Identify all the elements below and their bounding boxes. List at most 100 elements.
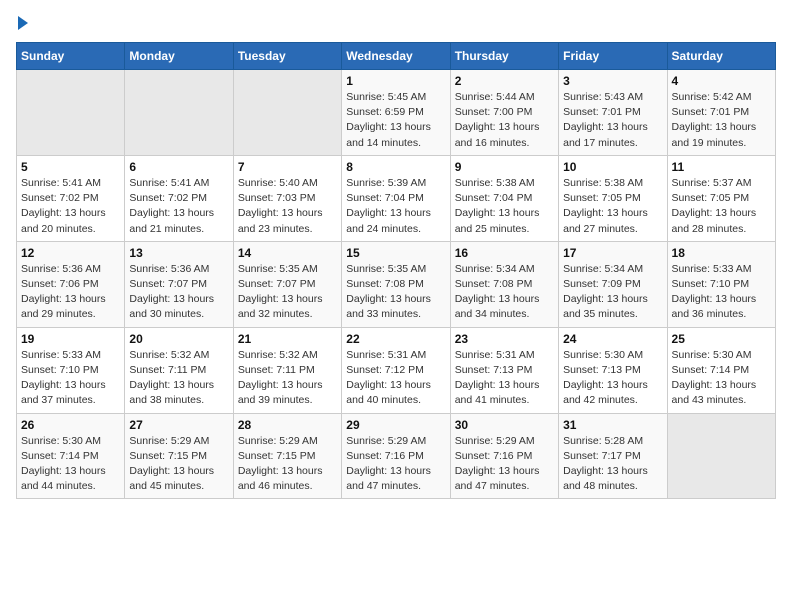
day-info: Sunrise: 5:30 AM Sunset: 7:13 PM Dayligh… — [563, 348, 662, 409]
calendar-day-cell: 31Sunrise: 5:28 AM Sunset: 7:17 PM Dayli… — [559, 413, 667, 499]
calendar-day-cell: 30 Sunrise: 5:29 AM Sunset: 7:16 PM Dayli… — [450, 413, 558, 499]
day-number: 29 — [346, 418, 445, 432]
day-number: 2 — [455, 74, 554, 88]
day-info: Sunrise: 5:36 AM Sunset: 7:07 PM Dayligh… — [129, 262, 228, 323]
day-info: Sunrise: 5:32 AM Sunset: 7:11 PM Dayligh… — [129, 348, 228, 409]
day-number: 16 — [455, 246, 554, 260]
calendar-day-cell: 8 Sunrise: 5:39 AM Sunset: 7:04 PM Daylig… — [342, 155, 450, 241]
calendar-day-cell: 21 Sunrise: 5:32 AM Sunset: 7:11 PM Dayli… — [233, 327, 341, 413]
calendar-table: SundayMondayTuesdayWednesdayThursdayFrid… — [16, 42, 776, 499]
day-info: Sunrise: 5:30 AM Sunset: 7:14 PM Dayligh… — [672, 348, 771, 409]
calendar-day-header: Sunday — [17, 43, 125, 70]
calendar-day-cell: 25 Sunrise: 5:30 AM Sunset: 7:14 PM Dayli… — [667, 327, 775, 413]
day-info: Sunrise: 5:34 AM Sunset: 7:08 PM Dayligh… — [455, 262, 554, 323]
day-info: Sunrise: 5:38 AM Sunset: 7:05 PM Dayligh… — [563, 176, 662, 237]
day-number: 18 — [672, 246, 771, 260]
calendar-day-cell: 12 Sunrise: 5:36 AM Sunset: 7:06 PM Dayli… — [17, 241, 125, 327]
day-number: 22 — [346, 332, 445, 346]
day-number: 8 — [346, 160, 445, 174]
calendar-day-cell: 14 Sunrise: 5:35 AM Sunset: 7:07 PM Dayli… — [233, 241, 341, 327]
calendar-day-cell: 18 Sunrise: 5:33 AM Sunset: 7:10 PM Dayli… — [667, 241, 775, 327]
day-info: Sunrise: 5:29 AM Sunset: 7:16 PM Dayligh… — [455, 434, 554, 495]
day-number: 30 — [455, 418, 554, 432]
day-number: 26 — [21, 418, 120, 432]
calendar-day-cell: 26 Sunrise: 5:30 AM Sunset: 7:14 PM Dayli… — [17, 413, 125, 499]
day-info: Sunrise: 5:36 AM Sunset: 7:06 PM Dayligh… — [21, 262, 120, 323]
calendar-day-cell: 2 Sunrise: 5:44 AM Sunset: 7:00 PM Daylig… — [450, 70, 558, 156]
calendar-day-cell: 29 Sunrise: 5:29 AM Sunset: 7:16 PM Dayli… — [342, 413, 450, 499]
day-info: Sunrise: 5:40 AM Sunset: 7:03 PM Dayligh… — [238, 176, 337, 237]
calendar-day-cell: 23 Sunrise: 5:31 AM Sunset: 7:13 PM Dayli… — [450, 327, 558, 413]
calendar-day-header: Wednesday — [342, 43, 450, 70]
day-number: 1 — [346, 74, 445, 88]
day-number: 4 — [672, 74, 771, 88]
calendar-week-row: 26 Sunrise: 5:30 AM Sunset: 7:14 PM Dayli… — [17, 413, 776, 499]
day-number: 7 — [238, 160, 337, 174]
calendar-day-cell — [125, 70, 233, 156]
logo-arrow-icon — [18, 16, 28, 30]
calendar-day-cell: 5 Sunrise: 5:41 AM Sunset: 7:02 PM Daylig… — [17, 155, 125, 241]
day-number: 9 — [455, 160, 554, 174]
calendar-day-cell: 4 Sunrise: 5:42 AM Sunset: 7:01 PM Daylig… — [667, 70, 775, 156]
day-number: 11 — [672, 160, 771, 174]
calendar-day-header: Tuesday — [233, 43, 341, 70]
day-info: Sunrise: 5:31 AM Sunset: 7:12 PM Dayligh… — [346, 348, 445, 409]
calendar-week-row: 19Sunrise: 5:33 AM Sunset: 7:10 PM Dayli… — [17, 327, 776, 413]
day-info: Sunrise: 5:30 AM Sunset: 7:14 PM Dayligh… — [21, 434, 120, 495]
day-info: Sunrise: 5:41 AM Sunset: 7:02 PM Dayligh… — [129, 176, 228, 237]
day-number: 20 — [129, 332, 228, 346]
day-info: Sunrise: 5:42 AM Sunset: 7:01 PM Dayligh… — [672, 90, 771, 151]
calendar-day-cell: 15Sunrise: 5:35 AM Sunset: 7:08 PM Dayli… — [342, 241, 450, 327]
day-info: Sunrise: 5:44 AM Sunset: 7:00 PM Dayligh… — [455, 90, 554, 151]
day-number: 25 — [672, 332, 771, 346]
day-number: 24 — [563, 332, 662, 346]
day-info: Sunrise: 5:41 AM Sunset: 7:02 PM Dayligh… — [21, 176, 120, 237]
calendar-day-cell: 10Sunrise: 5:38 AM Sunset: 7:05 PM Dayli… — [559, 155, 667, 241]
calendar-week-row: 1Sunrise: 5:45 AM Sunset: 6:59 PM Daylig… — [17, 70, 776, 156]
day-info: Sunrise: 5:34 AM Sunset: 7:09 PM Dayligh… — [563, 262, 662, 323]
day-info: Sunrise: 5:29 AM Sunset: 7:15 PM Dayligh… — [129, 434, 228, 495]
day-number: 14 — [238, 246, 337, 260]
day-info: Sunrise: 5:39 AM Sunset: 7:04 PM Dayligh… — [346, 176, 445, 237]
day-number: 12 — [21, 246, 120, 260]
day-number: 23 — [455, 332, 554, 346]
calendar-day-cell: 22 Sunrise: 5:31 AM Sunset: 7:12 PM Dayli… — [342, 327, 450, 413]
day-number: 17 — [563, 246, 662, 260]
day-number: 27 — [129, 418, 228, 432]
calendar-day-header: Friday — [559, 43, 667, 70]
calendar-day-cell: 13 Sunrise: 5:36 AM Sunset: 7:07 PM Dayli… — [125, 241, 233, 327]
day-number: 6 — [129, 160, 228, 174]
calendar-day-cell: 1Sunrise: 5:45 AM Sunset: 6:59 PM Daylig… — [342, 70, 450, 156]
calendar-day-cell: 16 Sunrise: 5:34 AM Sunset: 7:08 PM Dayli… — [450, 241, 558, 327]
day-number: 13 — [129, 246, 228, 260]
day-info: Sunrise: 5:38 AM Sunset: 7:04 PM Dayligh… — [455, 176, 554, 237]
day-info: Sunrise: 5:37 AM Sunset: 7:05 PM Dayligh… — [672, 176, 771, 237]
calendar-week-row: 12 Sunrise: 5:36 AM Sunset: 7:06 PM Dayli… — [17, 241, 776, 327]
calendar-day-cell: 28Sunrise: 5:29 AM Sunset: 7:15 PM Dayli… — [233, 413, 341, 499]
calendar-day-cell: 3Sunrise: 5:43 AM Sunset: 7:01 PM Daylig… — [559, 70, 667, 156]
calendar-day-cell: 20 Sunrise: 5:32 AM Sunset: 7:11 PM Dayli… — [125, 327, 233, 413]
calendar-day-cell: 7 Sunrise: 5:40 AM Sunset: 7:03 PM Daylig… — [233, 155, 341, 241]
day-info: Sunrise: 5:29 AM Sunset: 7:15 PM Dayligh… — [238, 434, 337, 495]
calendar-day-cell — [667, 413, 775, 499]
calendar-day-cell: 9 Sunrise: 5:38 AM Sunset: 7:04 PM Daylig… — [450, 155, 558, 241]
day-info: Sunrise: 5:29 AM Sunset: 7:16 PM Dayligh… — [346, 434, 445, 495]
calendar-day-cell: 27 Sunrise: 5:29 AM Sunset: 7:15 PM Dayli… — [125, 413, 233, 499]
day-info: Sunrise: 5:31 AM Sunset: 7:13 PM Dayligh… — [455, 348, 554, 409]
day-number: 19 — [21, 332, 120, 346]
day-number: 15 — [346, 246, 445, 260]
calendar-week-row: 5 Sunrise: 5:41 AM Sunset: 7:02 PM Daylig… — [17, 155, 776, 241]
calendar-day-cell: 19Sunrise: 5:33 AM Sunset: 7:10 PM Dayli… — [17, 327, 125, 413]
day-info: Sunrise: 5:28 AM Sunset: 7:17 PM Dayligh… — [563, 434, 662, 495]
day-info: Sunrise: 5:35 AM Sunset: 7:07 PM Dayligh… — [238, 262, 337, 323]
calendar-day-header: Monday — [125, 43, 233, 70]
calendar-day-header: Thursday — [450, 43, 558, 70]
day-number: 5 — [21, 160, 120, 174]
day-number: 21 — [238, 332, 337, 346]
day-info: Sunrise: 5:43 AM Sunset: 7:01 PM Dayligh… — [563, 90, 662, 151]
calendar-day-cell — [233, 70, 341, 156]
day-info: Sunrise: 5:33 AM Sunset: 7:10 PM Dayligh… — [672, 262, 771, 323]
page-header — [16, 16, 776, 30]
calendar-day-cell: 11 Sunrise: 5:37 AM Sunset: 7:05 PM Dayli… — [667, 155, 775, 241]
day-info: Sunrise: 5:32 AM Sunset: 7:11 PM Dayligh… — [238, 348, 337, 409]
